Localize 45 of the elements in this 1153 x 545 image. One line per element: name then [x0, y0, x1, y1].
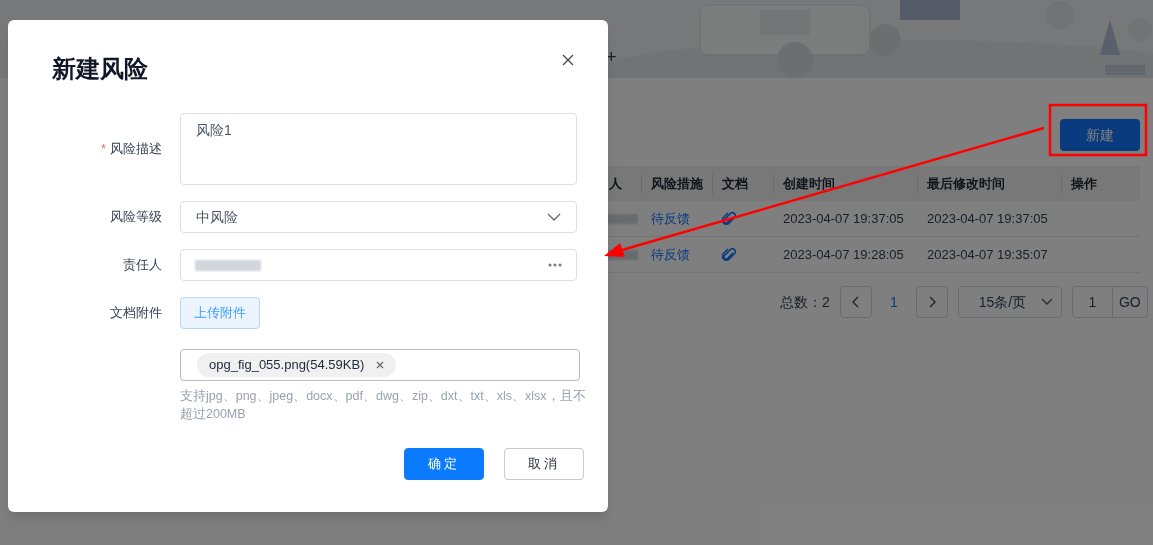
- chevron-left-icon: [850, 296, 861, 308]
- total-count: 总数：2: [780, 292, 830, 312]
- chevron-down-icon: [547, 212, 561, 222]
- measure-link[interactable]: 待反馈: [651, 246, 690, 262]
- cancel-button[interactable]: 取消: [504, 448, 584, 480]
- chevron-right-icon: [926, 296, 937, 308]
- close-icon: [562, 54, 574, 66]
- column-header: 风险措施: [651, 174, 703, 193]
- field-label: 风险等级: [110, 208, 162, 227]
- dialog-title: 新建风险: [52, 54, 148, 84]
- column-header: 人: [609, 174, 622, 193]
- column-header: 文档: [722, 174, 748, 193]
- file-tag: opg_fig_055.png(54.59KB): [197, 353, 397, 377]
- field-label: 风险描述: [110, 140, 162, 159]
- column-header: 操作: [1071, 174, 1097, 193]
- new-button[interactable]: 新建: [1060, 119, 1140, 151]
- redacted-name: [195, 259, 261, 271]
- upload-button[interactable]: 上传附件: [180, 297, 260, 329]
- confirm-button[interactable]: 确定: [404, 448, 484, 480]
- description-field[interactable]: 风险1: [180, 113, 577, 185]
- level-select[interactable]: 中风险: [180, 201, 577, 233]
- more-icon[interactable]: [548, 263, 562, 267]
- page-button[interactable]: 1: [879, 286, 908, 318]
- measure-link[interactable]: 待反馈: [651, 210, 690, 226]
- paperclip-icon[interactable]: [722, 246, 736, 263]
- close-button[interactable]: [560, 52, 576, 68]
- page-size-select[interactable]: 15条/页: [957, 286, 1062, 318]
- table-cell: 2023-04-07 19:37:05: [783, 210, 904, 226]
- column-header: 最后修改时间: [927, 174, 1005, 193]
- remove-icon[interactable]: [376, 361, 385, 369]
- field-label: 文档附件: [110, 304, 162, 323]
- next-page-button[interactable]: [915, 286, 948, 318]
- field-label: 责任人: [123, 256, 162, 275]
- previous-page-button[interactable]: [839, 286, 872, 318]
- table-cell: 2023-04-07 19:35:07: [927, 246, 1048, 262]
- paperclip-icon[interactable]: [722, 210, 736, 227]
- page-jump-field[interactable]: 1: [1072, 287, 1113, 317]
- go-button[interactable]: GO: [1112, 287, 1147, 317]
- person-field[interactable]: [180, 249, 577, 281]
- chevron-down-icon: [1040, 298, 1053, 306]
- required-mark: *: [100, 140, 106, 159]
- file-list-field[interactable]: opg_fig_055.png(54.59KB): [180, 349, 580, 381]
- table-cell: 2023-04-07 19:37:05: [927, 210, 1048, 226]
- upload-hint: 支持jpg、png、jpeg、docx、pdf、dwg、zip、dxt、txt、xls、xlsx，且不超过200MB: [180, 388, 587, 423]
- table-cell: 2023-04-07 19:28:05: [783, 246, 904, 262]
